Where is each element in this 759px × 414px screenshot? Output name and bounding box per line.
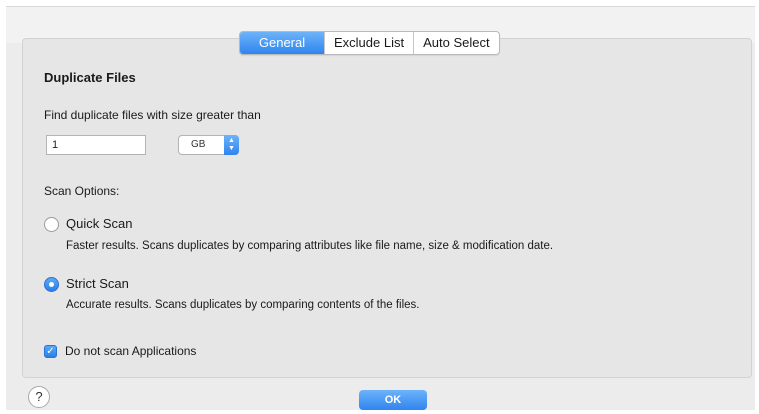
- skip-applications-checkbox[interactable]: ✓: [44, 345, 57, 358]
- ok-button[interactable]: OK: [359, 390, 427, 410]
- size-threshold-label: Find duplicate files with size greater t…: [44, 108, 261, 122]
- help-button[interactable]: ?: [28, 386, 50, 408]
- settings-panel: [22, 38, 752, 378]
- quick-scan-description: Faster results. Scans duplicates by comp…: [66, 240, 554, 252]
- quick-scan-label[interactable]: Quick Scan: [66, 216, 132, 231]
- updown-chevron-icon: ▲ ▼: [224, 135, 239, 155]
- tab-auto-select[interactable]: Auto Select: [413, 32, 499, 54]
- checkmark-icon: ✓: [46, 346, 55, 357]
- strict-scan-label[interactable]: Strict Scan: [66, 276, 129, 291]
- skip-applications-label[interactable]: Do not scan Applications: [65, 344, 196, 358]
- scan-options-label: Scan Options:: [44, 184, 120, 198]
- quick-scan-radio[interactable]: [44, 217, 59, 232]
- section-title: Duplicate Files: [44, 70, 136, 85]
- strict-scan-radio[interactable]: [44, 277, 59, 292]
- size-unit-select[interactable]: GB ▲ ▼: [178, 135, 239, 155]
- size-input[interactable]: [46, 135, 146, 155]
- strict-scan-description: Accurate results. Scans duplicates by co…: [66, 299, 420, 311]
- tab-general[interactable]: General: [240, 32, 324, 54]
- tab-exclude-list[interactable]: Exclude List: [324, 32, 413, 54]
- tab-bar: General Exclude List Auto Select: [239, 31, 500, 55]
- size-unit-value: GB: [191, 139, 206, 150]
- question-mark-icon: ?: [35, 389, 43, 404]
